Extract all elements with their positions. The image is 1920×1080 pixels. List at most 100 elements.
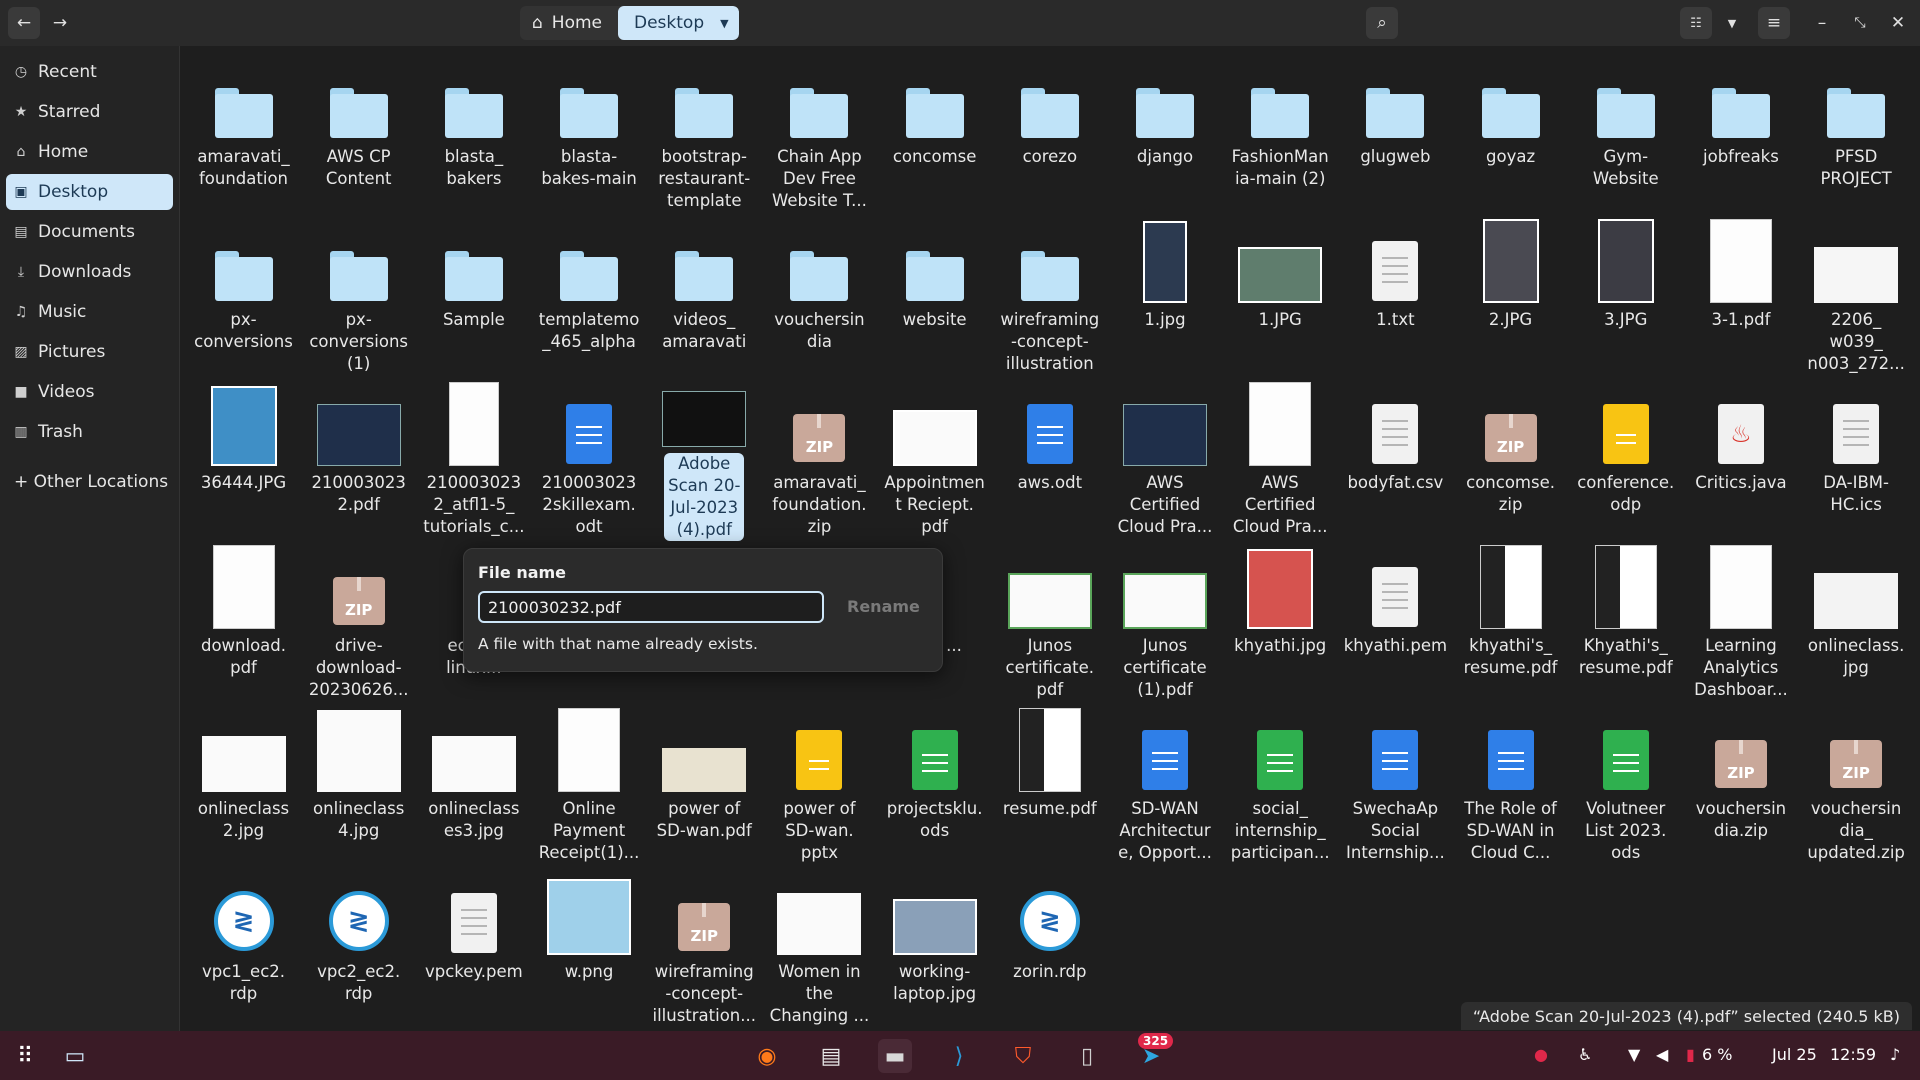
terminal-launcher[interactable]: ▯ — [1070, 1039, 1104, 1073]
file-item[interactable]: amaravati_ foundation — [186, 52, 301, 215]
file-item[interactable]: glugweb — [1338, 52, 1453, 215]
file-item[interactable]: Online Payment Receipt(1)... — [532, 704, 647, 867]
file-item[interactable]: khyathi's_ resume.pdf — [1453, 541, 1568, 704]
file-item[interactable]: ≷ vpc1_ec2. rdp — [186, 867, 301, 1030]
vscode-launcher[interactable]: ⟩ — [942, 1039, 976, 1073]
file-item[interactable]: khyathi.pem — [1338, 541, 1453, 704]
file-item[interactable]: ZIP concomse. zip — [1453, 378, 1568, 541]
file-item[interactable]: working- laptop.jpg — [877, 867, 992, 1030]
file-item[interactable]: AWS Certified Cloud Pra... — [1108, 378, 1223, 541]
file-item[interactable]: px- conversions (1) — [301, 215, 416, 378]
file-item[interactable]: 2.JPG — [1453, 215, 1568, 378]
path-home-button[interactable]: ⌂ Home — [520, 6, 618, 40]
sidebar-item-downloads[interactable]: ⤓ Downloads — [6, 254, 173, 290]
file-item[interactable]: concomse — [877, 52, 992, 215]
file-item[interactable]: onlineclass es3.jpg — [416, 704, 531, 867]
file-item[interactable]: 3.JPG — [1568, 215, 1683, 378]
time-label[interactable]: 12:59 — [1830, 1045, 1876, 1064]
file-item[interactable]: Sample — [416, 215, 531, 378]
file-item[interactable]: ZIP vouchersin dia_ updated.zip — [1799, 704, 1914, 867]
file-item[interactable]: FashionMan ia-main (2) — [1223, 52, 1338, 215]
file-item[interactable]: vpckey.pem — [416, 867, 531, 1030]
file-item[interactable]: 210003023 2.pdf — [301, 378, 416, 541]
file-item[interactable]: corezo — [992, 52, 1107, 215]
file-item[interactable]: ≷ vpc2_ec2. rdp — [301, 867, 416, 1030]
sidebar-item-home[interactable]: ⌂ Home — [6, 134, 173, 170]
file-item[interactable]: social_ internship_ participan... — [1223, 704, 1338, 867]
file-item[interactable]: Chain App Dev Free Website T... — [762, 52, 877, 215]
file-item[interactable]: Khyathi's_ resume.pdf — [1568, 541, 1683, 704]
file-item[interactable]: jobfreaks — [1683, 52, 1798, 215]
file-item[interactable]: SD-WAN Architectur e, Opport... — [1108, 704, 1223, 867]
file-item[interactable]: Appointmen t Reciept. pdf — [877, 378, 992, 541]
file-item[interactable]: DA-IBM- HC.ics — [1799, 378, 1914, 541]
sidebar-item-videos[interactable]: ■ Videos — [6, 374, 173, 410]
files-launcher[interactable]: ▬ — [878, 1039, 912, 1073]
file-item[interactable]: bootstrap- restaurant- template — [647, 52, 762, 215]
file-item[interactable]: The Role of SD-WAN in Cloud C... — [1453, 704, 1568, 867]
file-item[interactable]: ZIP amaravati_ foundation. zip — [762, 378, 877, 541]
file-item[interactable]: 3-1.pdf — [1683, 215, 1798, 378]
sidebar-item-other-locations[interactable]: + Other Locations — [6, 464, 173, 500]
file-item[interactable]: Learning Analytics Dashboar... — [1683, 541, 1798, 704]
maximize-button[interactable]: ⤡ — [1844, 7, 1876, 39]
file-item[interactable]: 1.jpg — [1108, 215, 1223, 378]
app-grid-button[interactable]: ⠿ — [8, 1039, 42, 1073]
file-item[interactable]: 2206_ w039_ n003_272... — [1799, 215, 1914, 378]
forward-button[interactable]: → — [44, 7, 76, 39]
file-item[interactable]: resume.pdf — [992, 704, 1107, 867]
sidebar-item-recent[interactable]: ◷ Recent — [6, 54, 173, 90]
tray-app-icon[interactable]: ● — [1534, 1045, 1548, 1064]
notifications-muted-icon[interactable]: ♪ — [1890, 1045, 1900, 1064]
file-item[interactable]: vouchersin dia — [762, 215, 877, 378]
sidebar-item-starred[interactable]: ★ Starred — [6, 94, 173, 130]
file-item[interactable]: ZIP wireframing -concept- illustration... — [647, 867, 762, 1030]
sidebar-item-music[interactable]: ♫ Music — [6, 294, 173, 330]
workspaces-button[interactable]: ▭ — [58, 1039, 92, 1073]
file-item[interactable]: AWS CP Content — [301, 52, 416, 215]
file-item[interactable]: blasta- bakes-main — [532, 52, 647, 215]
file-item[interactable]: khyathi.jpg — [1223, 541, 1338, 704]
file-item[interactable]: Volutneer List 2023. ods — [1568, 704, 1683, 867]
file-item[interactable]: power of SD-wan.pdf — [647, 704, 762, 867]
file-item[interactable]: PFSD PROJECT — [1799, 52, 1914, 215]
main-menu-button[interactable]: ≡ — [1758, 7, 1790, 39]
sidebar-item-pictures[interactable]: ▨ Pictures — [6, 334, 173, 370]
file-item[interactable]: Women in the Changing ... — [762, 867, 877, 1030]
accessibility-icon[interactable]: ♿ — [1578, 1045, 1592, 1064]
search-button[interactable]: ⌕ — [1366, 7, 1398, 39]
file-item[interactable]: bodyfat.csv — [1338, 378, 1453, 541]
file-item[interactable]: templatemo _465_alpha — [532, 215, 647, 378]
sidebar-item-documents[interactable]: ▤ Documents — [6, 214, 173, 250]
office-launcher[interactable]: ▤ — [814, 1039, 848, 1073]
file-item[interactable]: onlineclass. jpg — [1799, 541, 1914, 704]
file-item[interactable]: Junos certificate. pdf — [992, 541, 1107, 704]
file-item[interactable]: SwechaAp Social Internship... — [1338, 704, 1453, 867]
sidebar-item-trash[interactable]: ▥ Trash — [6, 414, 173, 450]
file-item[interactable]: Gym- Website — [1568, 52, 1683, 215]
close-button[interactable]: ✕ — [1882, 7, 1914, 39]
file-item[interactable]: videos_ amaravati — [647, 215, 762, 378]
file-item[interactable]: website — [877, 215, 992, 378]
file-item[interactable]: 210003023 2_atfl1-5_ tutorials_c... — [416, 378, 531, 541]
file-item[interactable]: wireframing -concept- illustration — [992, 215, 1107, 378]
file-item[interactable]: ≷ zorin.rdp — [992, 867, 1107, 1030]
view-options-button[interactable]: ▼ — [1716, 7, 1748, 39]
firefox-launcher[interactable]: ◉ — [750, 1039, 784, 1073]
minimize-button[interactable]: – — [1806, 7, 1838, 39]
brave-launcher[interactable]: ⛉ — [1006, 1039, 1040, 1073]
file-item[interactable]: 1.JPG — [1223, 215, 1338, 378]
file-item[interactable]: onlineclass 4.jpg — [301, 704, 416, 867]
file-item-selected[interactable]: Adobe Scan 20- Jul-2023 (4).pdf — [647, 378, 762, 541]
rename-button[interactable]: Rename — [847, 597, 920, 616]
file-item[interactable]: onlineclass 2.jpg — [186, 704, 301, 867]
battery-icon[interactable]: ▮ — [1686, 1045, 1695, 1064]
file-item[interactable]: conference. odp — [1568, 378, 1683, 541]
file-item[interactable]: blasta_ bakers — [416, 52, 531, 215]
file-item[interactable]: Junos certificate (1).pdf — [1108, 541, 1223, 704]
file-item[interactable]: ZIP vouchersin dia.zip — [1683, 704, 1798, 867]
file-item[interactable]: AWS Certified Cloud Pra... — [1223, 378, 1338, 541]
file-item[interactable]: django — [1108, 52, 1223, 215]
file-item[interactable]: ZIP drive- download- 20230626... — [301, 541, 416, 704]
date-label[interactable]: Jul 25 — [1772, 1045, 1817, 1064]
